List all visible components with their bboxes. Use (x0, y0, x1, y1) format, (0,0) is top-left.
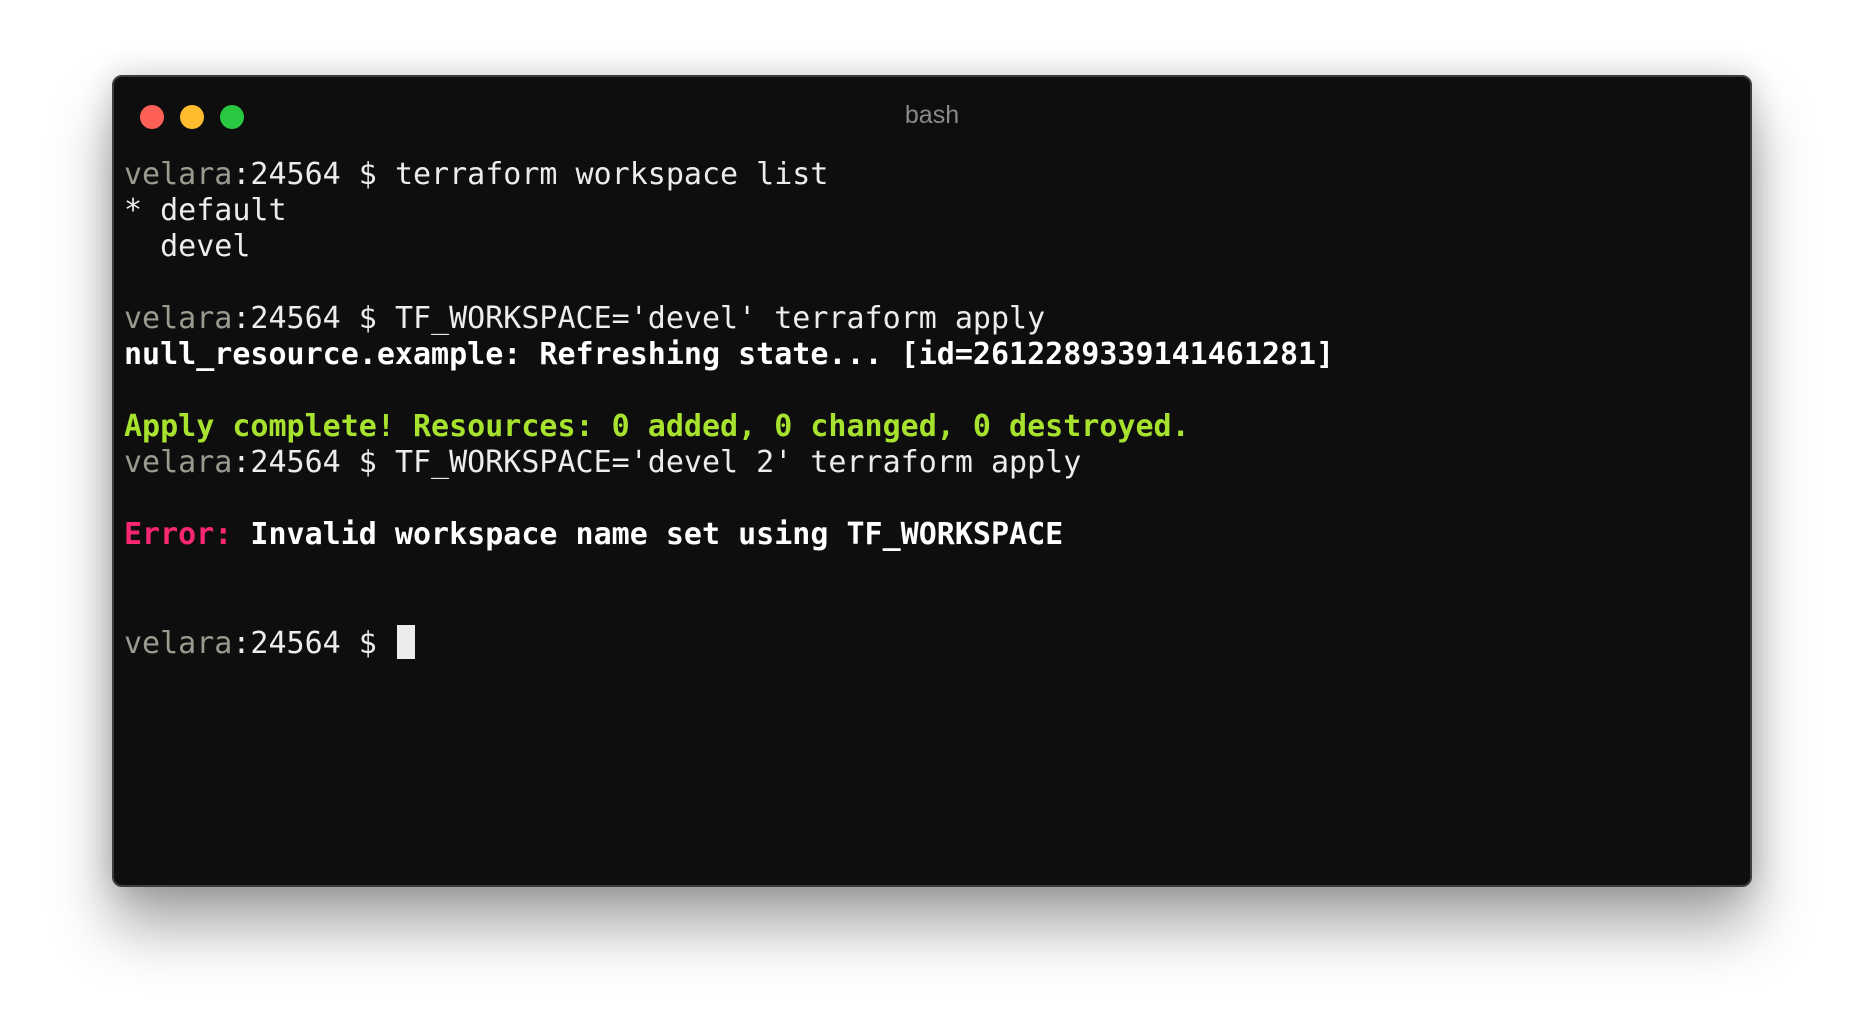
command-text: TF_WORKSPACE='devel' terraform apply (394, 301, 1046, 336)
active-prompt-line: velara:24564 $ (124, 625, 1740, 661)
text-cursor (396, 625, 415, 659)
prompt-host: velara (124, 626, 233, 661)
terminal-window: bash velara:24564 $ terraform workspace … (112, 75, 1752, 887)
command-text: terraform workspace list (394, 157, 829, 192)
prompt-rest: :24564 $ (232, 445, 395, 480)
prompt-line: velara:24564 $ TF_WORKSPACE='devel' terr… (124, 301, 1740, 337)
prompt-host: velara (124, 445, 233, 480)
prompt-rest: :24564 $ (232, 626, 395, 661)
prompt-line: velara:24564 $ terraform workspace list (124, 157, 1740, 193)
prompt-line: velara:24564 $ TF_WORKSPACE='devel 2' te… (124, 445, 1740, 481)
workspace-list-item: * default (124, 193, 287, 228)
terminal-output[interactable]: velara:24564 $ terraform workspace list … (124, 157, 1740, 661)
command-text: TF_WORKSPACE='devel 2' terraform apply (394, 445, 1082, 480)
apply-complete-message: Apply complete! Resources: 0 added, 0 ch… (124, 409, 1190, 444)
refresh-output: null_resource.example: Refreshing state.… (124, 337, 1335, 372)
window-title: bash (904, 101, 960, 129)
prompt-rest: :24564 $ (232, 157, 395, 192)
error-message: Invalid workspace name set using TF_WORK… (232, 517, 1064, 552)
error-label: Error: (124, 517, 233, 552)
error-line: Error: Invalid workspace name set using … (124, 517, 1740, 553)
prompt-host: velara (124, 301, 233, 336)
prompt-rest: :24564 $ (232, 301, 395, 336)
title-bar: bash (114, 77, 1750, 149)
prompt-host: velara (124, 157, 233, 192)
workspace-list-item: devel (124, 229, 251, 264)
